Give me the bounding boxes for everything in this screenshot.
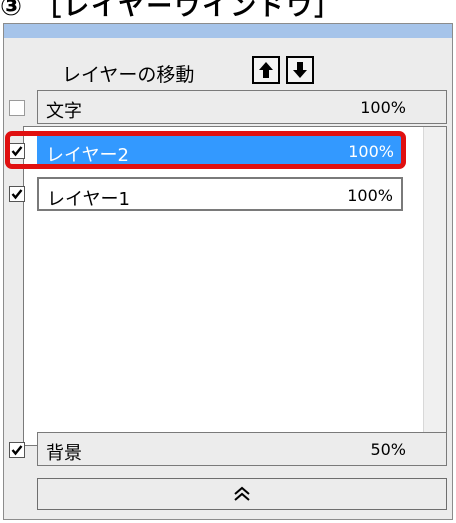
layer-opacity: 100% (347, 186, 393, 205)
layer-row-background: 背景 50% (4, 432, 452, 466)
layer-name: 文字 (46, 101, 82, 122)
layer-window-screenshot: ③ ［レイヤーウインドウ］ レイヤーの移動 文字 100% レイヤー2 100%… (0, 0, 456, 523)
layer-row-layer2: レイヤー2 100% (4, 131, 452, 169)
highlight-outline (5, 131, 406, 169)
collapse-panel-button[interactable] (37, 478, 447, 510)
layer-name: レイヤー1 (47, 189, 130, 210)
layer-field-background[interactable]: 背景 50% (37, 432, 447, 466)
layer-opacity: 100% (360, 98, 406, 117)
arrow-up-icon (259, 62, 273, 78)
layer-row-layer1: レイヤー1 100% (4, 177, 452, 211)
layer-list[interactable] (23, 126, 447, 446)
layer-field-layer1[interactable]: レイヤー1 100% (37, 177, 403, 211)
layer-row-text: 文字 100% (4, 90, 452, 124)
layer-field-text[interactable]: 文字 100% (37, 90, 447, 124)
checkmark-icon (11, 189, 23, 200)
visibility-checkbox-background[interactable] (9, 442, 25, 458)
layer-move-row: レイヤーの移動 (4, 54, 452, 94)
layer-name: 背景 (46, 443, 82, 464)
arrow-down-icon (293, 62, 307, 78)
layer-panel: レイヤーの移動 文字 100% レイヤー2 100% レイヤー1 100% 背景… (3, 23, 453, 520)
layer-opacity: 50% (370, 440, 406, 459)
double-chevron-up-icon (234, 486, 250, 501)
title-strip (4, 24, 452, 38)
move-layer-up-button[interactable] (252, 56, 280, 84)
visibility-checkbox-layer1[interactable] (9, 186, 25, 202)
layer-move-label: レイヤーの移動 (62, 64, 195, 86)
move-layer-down-button[interactable] (286, 56, 314, 84)
layer-list-scrollbar[interactable] (423, 127, 446, 445)
checkmark-icon (11, 445, 23, 456)
header-fragment: ③ ［レイヤーウインドウ］ (0, 0, 343, 22)
visibility-checkbox-text[interactable] (9, 100, 25, 116)
